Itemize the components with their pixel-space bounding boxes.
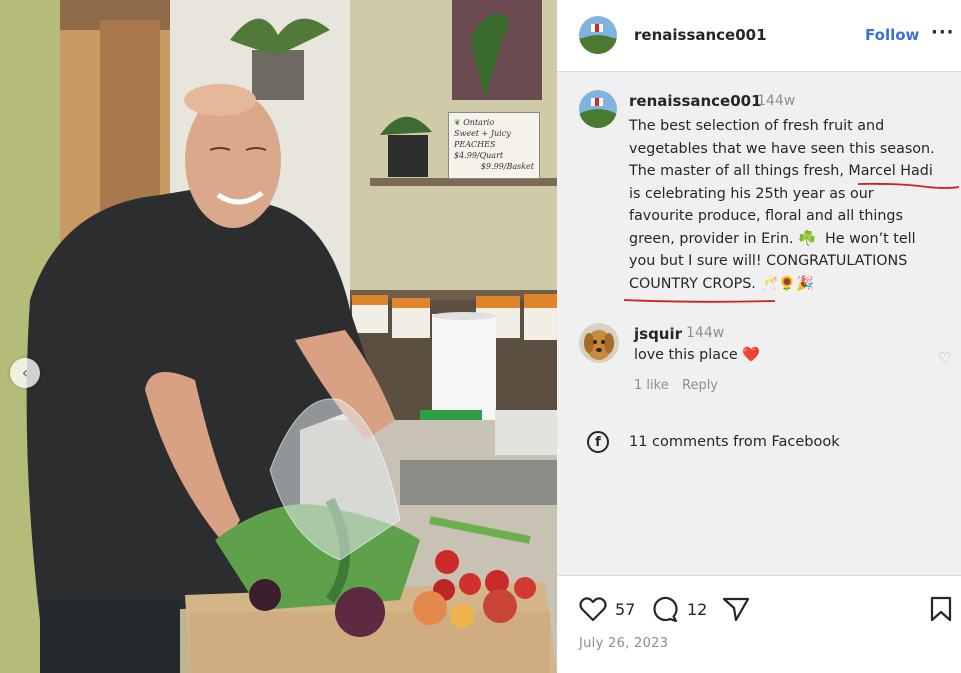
facebook-comments-text: 11 comments from Facebook <box>629 434 840 450</box>
post-photo: ❦ Ontario Sweet + Juicy PEACHES $4.99/Qu… <box>0 0 557 673</box>
post-date[interactable]: July 26, 2023 <box>579 636 668 651</box>
author-username[interactable]: renaissance001 <box>634 26 767 44</box>
caption-username[interactable]: renaissance001 <box>629 92 762 110</box>
red-heart-emoji: ❤️ <box>742 347 760 363</box>
photo-illustration <box>0 0 557 673</box>
save-action[interactable] <box>929 596 953 622</box>
carousel-prev-button[interactable]: ‹ <box>10 358 40 388</box>
share-action[interactable] <box>722 596 750 622</box>
comment-timestamp[interactable]: 144w <box>686 325 724 341</box>
commenter-username[interactable]: jsquir <box>634 325 682 343</box>
caption-timestamp[interactable]: 144w <box>757 93 795 109</box>
comment-text: love this place ❤️ <box>634 347 760 363</box>
like-count: 57 <box>615 599 636 619</box>
follow-button[interactable]: Follow <box>865 26 919 44</box>
like-action[interactable]: 57 <box>579 596 635 622</box>
speech-bubble-icon[interactable] <box>651 596 679 622</box>
comment-like-count[interactable]: 1 like <box>634 378 669 393</box>
comment-action[interactable]: 12 <box>651 596 707 622</box>
caption-text: The best selection of fresh fruit and ve… <box>629 118 935 292</box>
facebook-comments-link[interactable]: f 11 comments from Facebook <box>587 431 840 453</box>
commenter-avatar[interactable] <box>579 323 619 363</box>
peaches-price-sign: ❦ Ontario Sweet + Juicy PEACHES $4.99/Qu… <box>448 112 540 179</box>
facebook-icon: f <box>587 431 609 453</box>
annotation-underline-crops <box>623 299 776 303</box>
paper-plane-icon[interactable] <box>722 596 750 622</box>
author-avatar[interactable] <box>579 16 617 54</box>
heart-icon[interactable] <box>579 596 607 622</box>
chevron-left-icon: ‹ <box>21 363 29 382</box>
more-options-icon[interactable]: ··· <box>931 22 955 43</box>
annotation-underline-name <box>857 182 960 189</box>
comment-like-heart-icon[interactable]: ♡ <box>938 349 951 367</box>
post-actions-bar: 57 12 July 26, 2023 <box>557 575 961 673</box>
post-header: renaissance001 Follow ··· <box>557 0 961 72</box>
post-sidebar: renaissance001 Follow ··· renaissance001… <box>557 0 961 673</box>
comment-count: 12 <box>687 599 708 619</box>
bookmark-icon[interactable] <box>929 596 953 622</box>
comment-reply-button[interactable]: Reply <box>682 378 718 393</box>
caption-avatar[interactable] <box>579 90 617 128</box>
